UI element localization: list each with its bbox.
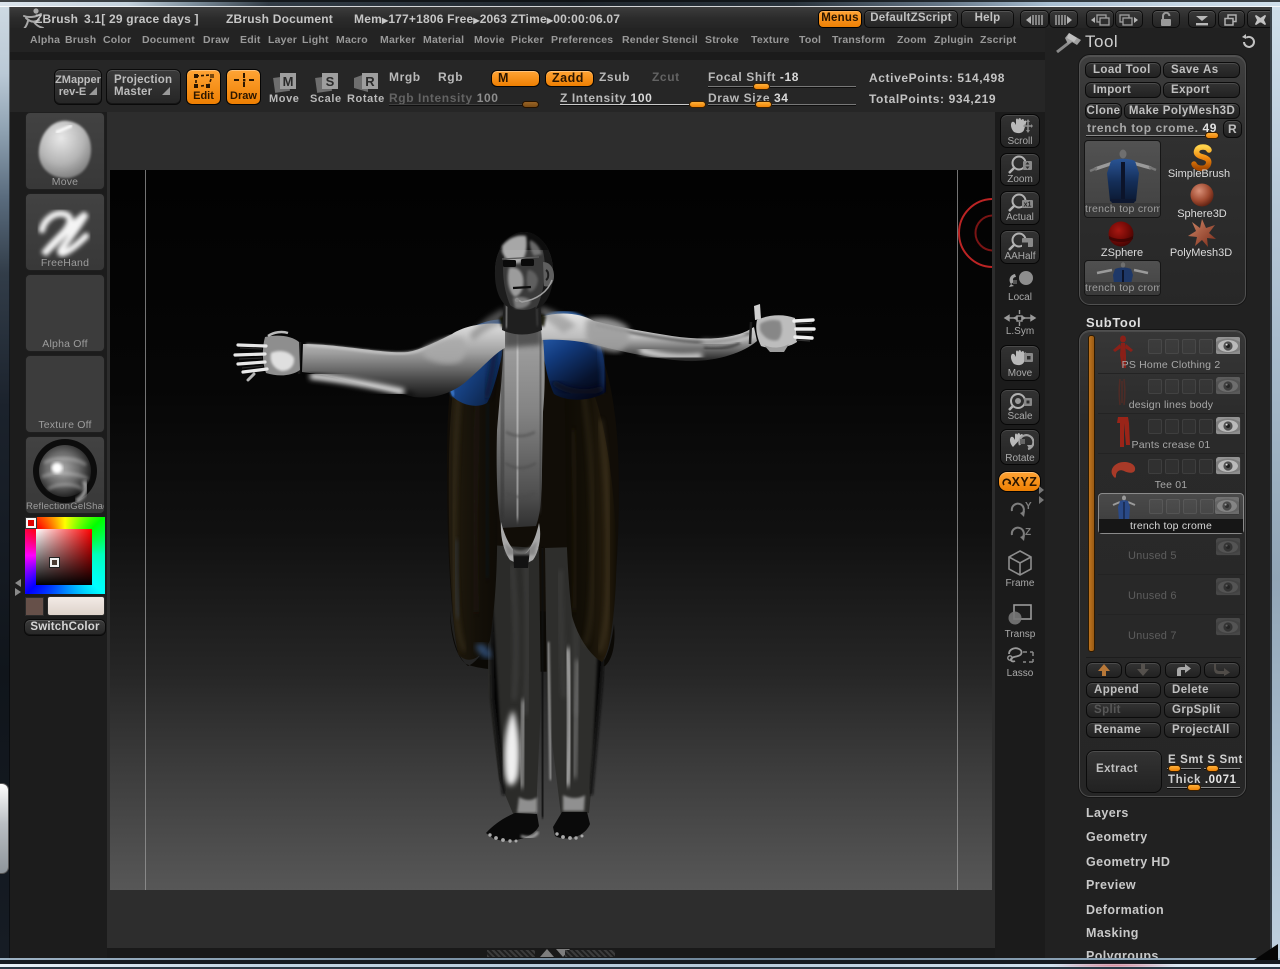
svg-text:x1: x1 <box>1024 202 1032 209</box>
svg-text:S: S <box>326 74 335 89</box>
svg-text:M: M <box>283 74 294 89</box>
svg-text:R: R <box>365 74 375 89</box>
svg-text:Z: Z <box>1025 527 1031 538</box>
svg-text:Y: Y <box>1025 501 1032 512</box>
